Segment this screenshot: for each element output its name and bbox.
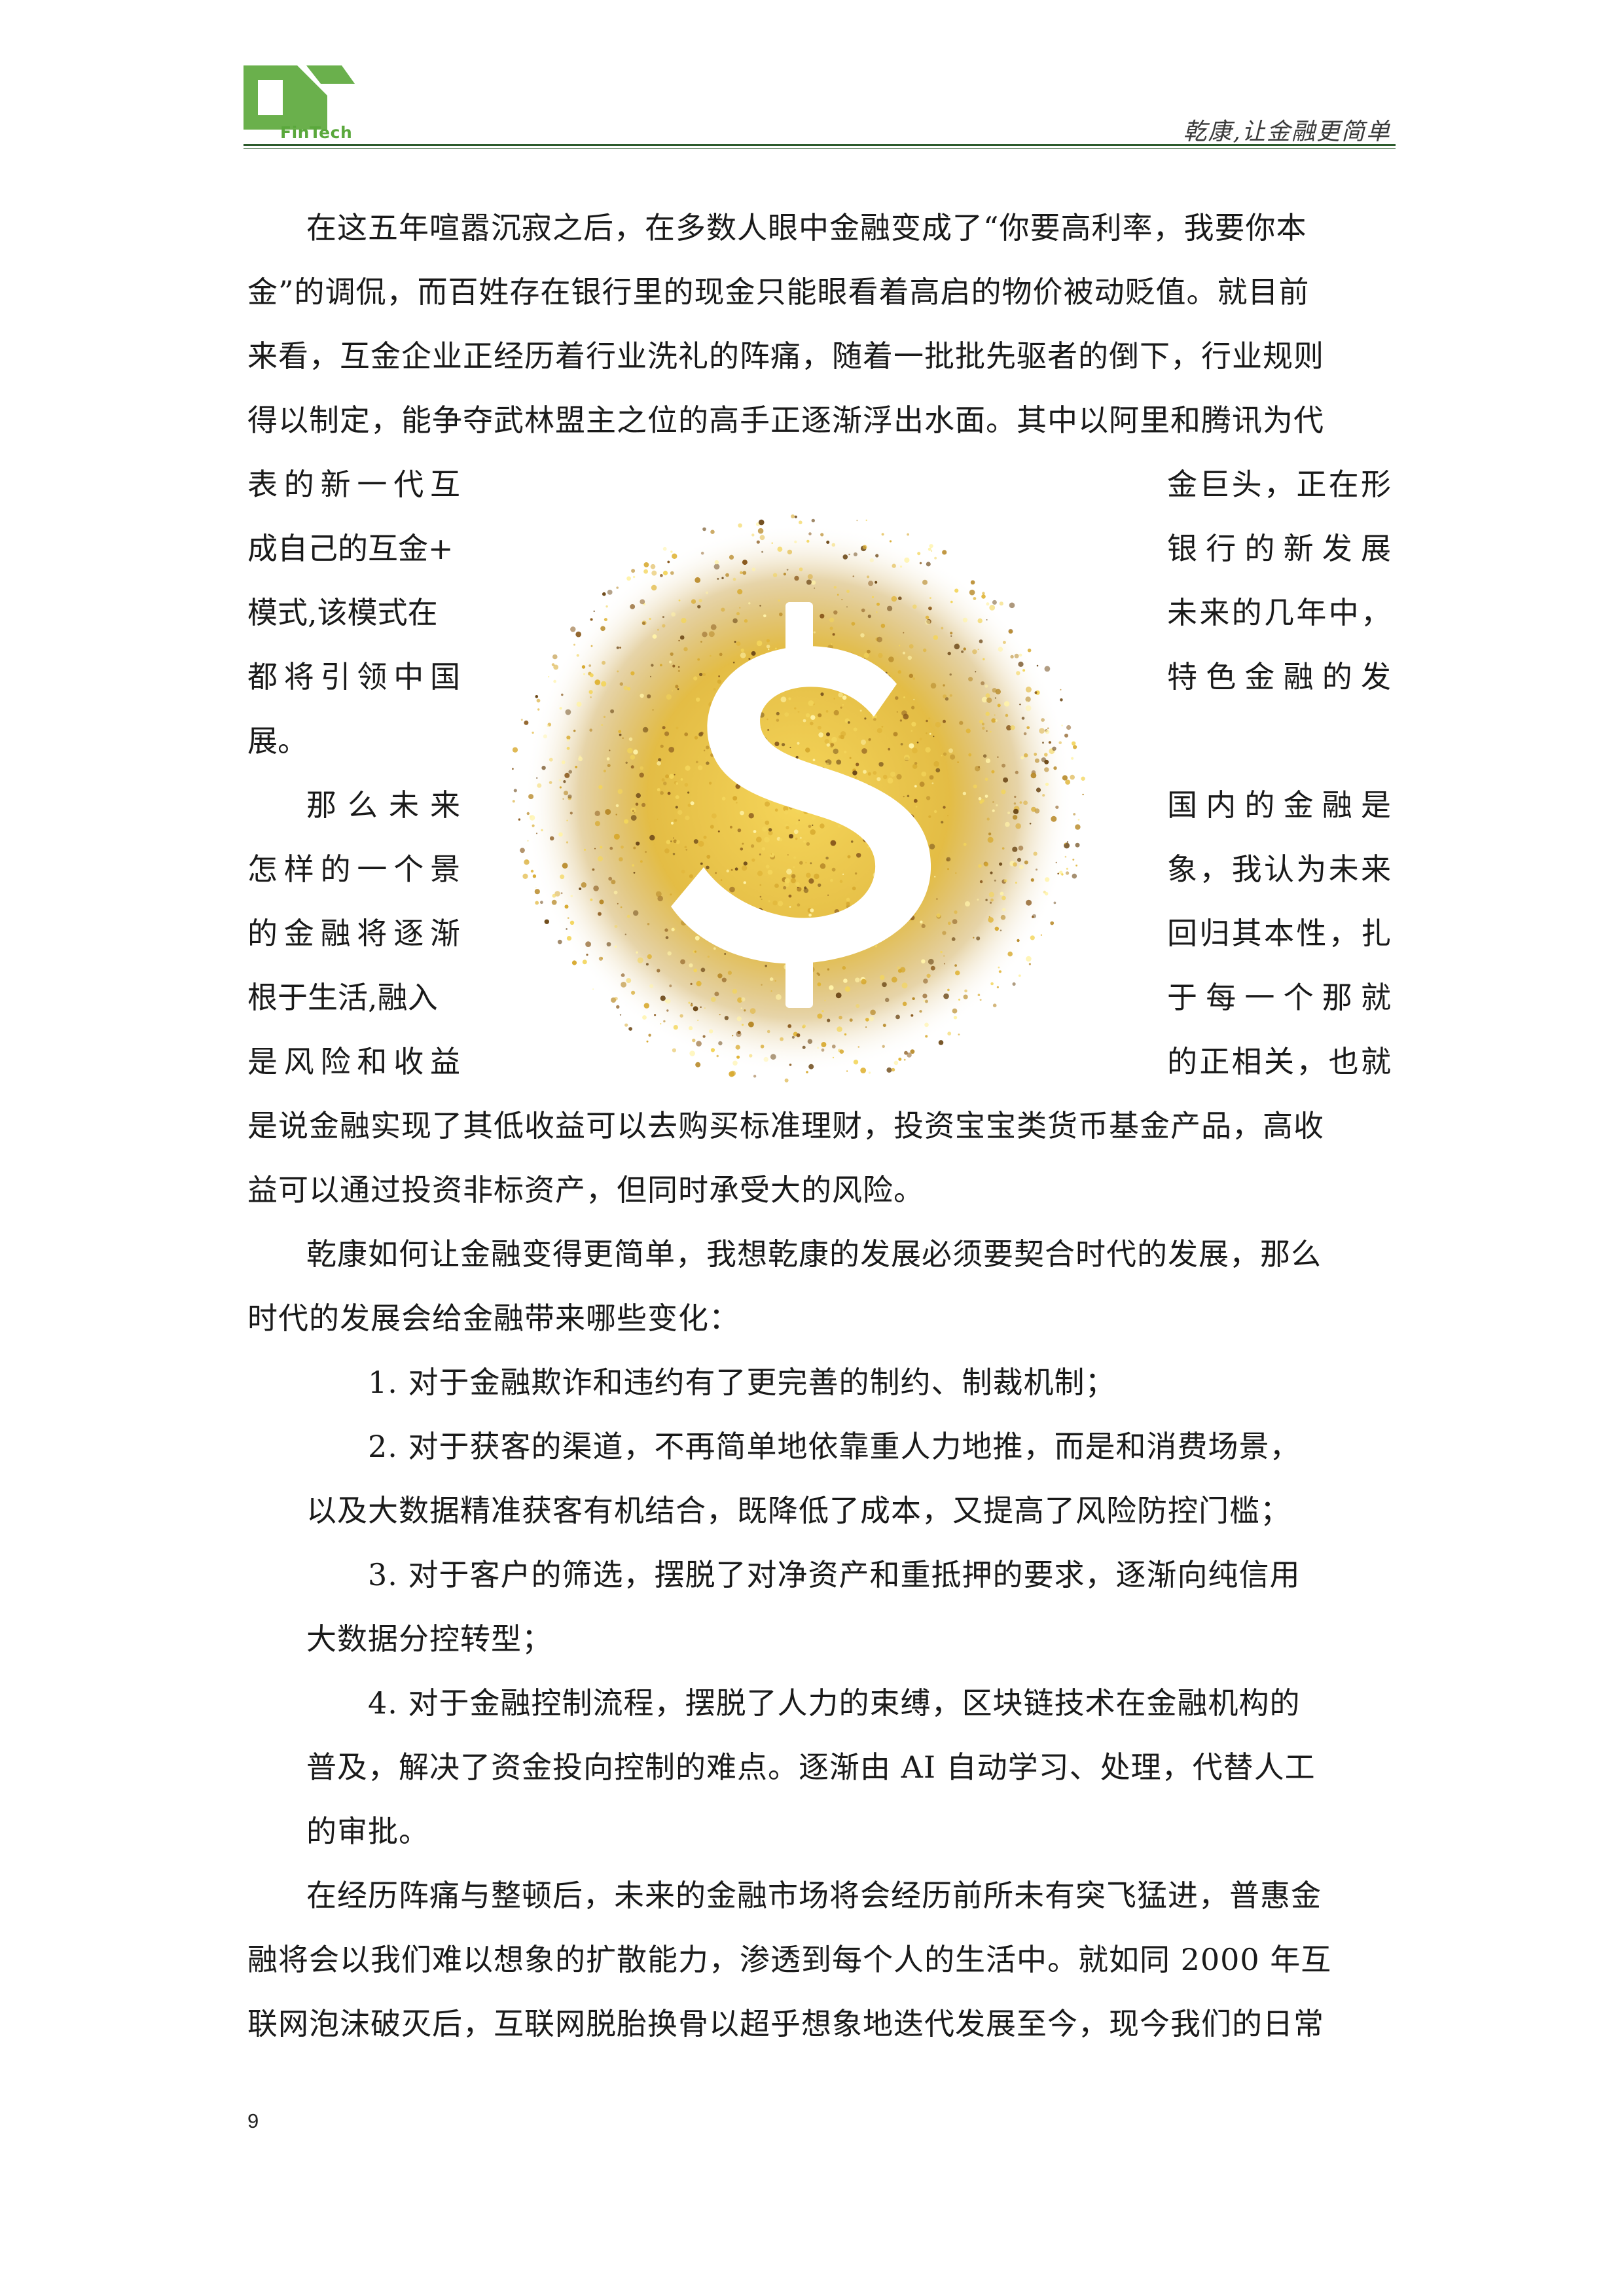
wrap-right-line: 未来的几年中， <box>1167 595 1391 630</box>
page-number: 9 <box>247 2109 259 2132</box>
list-item: 3. 对于客户的筛选，摆脱了对净资产和重抵押的要求，逐渐向纯信用 <box>368 1557 1301 1592</box>
list-item: 1. 对于金融欺诈和违约有了更完善的制约、制裁机制； <box>368 1365 1116 1400</box>
header-rule <box>244 144 1396 146</box>
wrap-left-line: 模式,该模式在 <box>247 595 438 630</box>
wrap-right-line: 象，我认为未来 <box>1167 852 1391 887</box>
glitter-dollar-illustration <box>512 514 1085 1083</box>
body-line: 时代的发展会给金融带来哪些变化： <box>247 1300 740 1336</box>
list-item-continuation: 的审批。 <box>306 1814 429 1849</box>
wrap-right-line: 金巨头，正在形 <box>1167 467 1391 502</box>
wrap-right-line: 银行的新发展 <box>1167 531 1391 566</box>
wrap-left-line: 的金融将逐渐 <box>247 916 460 951</box>
header-rule-thin <box>244 148 1396 149</box>
body-line: 在经历阵痛与整顿后，未来的金融市场将会经历前所未有突飞猛进，普惠金 <box>306 1878 1322 1913</box>
list-item: 2. 对于获客的渠道，不再简单地依靠重人力地推，而是和消费场景， <box>368 1429 1301 1464</box>
document-page: FinTech 乾康,让金融更简单 在这五年喧嚣沉寂之后，在多数人眼中金融变成了… <box>0 0 1624 2296</box>
wrap-left-line: 都将引领中国 <box>247 659 460 694</box>
body-line: 展。 <box>247 723 308 759</box>
wrap-left-line: 成自己的互金+ <box>247 531 454 566</box>
body-line: 来看，互金企业正经历着行业洗礼的阵痛，随着一批批先驱者的倒下，行业规则 <box>247 338 1324 374</box>
body-line: 乾康如何让金融变得更简单，我想乾康的发展必须要契合时代的发展，那么 <box>306 1236 1322 1272</box>
list-item-continuation: 大数据分控转型； <box>306 1621 552 1657</box>
logo-text: FinTech <box>280 123 353 142</box>
list-item-continuation: 普及，解决了资金投向控制的难点。逐渐由 AI 自动学习、处理，代替人工 <box>306 1749 1316 1785</box>
body-line: 联网泡沫破灭后，互联网脱胎换骨以超乎想象地迭代发展至今，现今我们的日常 <box>247 2006 1324 2041</box>
list-item: 4. 对于金融控制流程，摆脱了人力的束缚，区块链技术在金融机构的 <box>368 1685 1301 1721</box>
body-line: 金”的调侃，而百姓存在银行里的现金只能眼看着高启的物价被动贬值。就目前 <box>247 274 1310 310</box>
body-line: 融将会以我们难以想象的扩散能力，渗透到每个人的生活中。就如同 2000 年互 <box>247 1942 1332 1977</box>
body-line: 是说金融实现了其低收益可以去购买标准理财，投资宝宝类货币基金产品，高收 <box>247 1108 1324 1143</box>
wrap-left-line: 那么未来 <box>306 787 460 823</box>
body-line: 得以制定，能争夺武林盟主之位的高手正逐渐浮出水面。其中以阿里和腾讯为代 <box>247 403 1324 438</box>
wrap-left-line: 根于生活,融入 <box>247 980 438 1015</box>
wrap-right-line: 于每一个那就 <box>1167 980 1391 1015</box>
wrap-left-line: 表的新一代互 <box>247 467 460 502</box>
header-slogan: 乾康,让金融更简单 <box>1183 118 1391 145</box>
body-line: 益可以通过投资非标资产，但同时承受大的风险。 <box>247 1172 924 1208</box>
wrap-right-line: 特色金融的发 <box>1167 659 1391 694</box>
wrap-left-line: 怎样的一个景 <box>247 852 460 887</box>
wrap-right-line: 国内的金融是 <box>1167 787 1391 823</box>
list-item-continuation: 以及大数据精准获客有机结合，既降低了成本，又提高了风险防控门槛； <box>306 1493 1291 1528</box>
wrap-left-line: 是风险和收益 <box>247 1044 460 1079</box>
wrap-right-line: 的正相关，也就 <box>1167 1044 1391 1079</box>
wrap-right-line: 回归其本性，扎 <box>1167 916 1391 951</box>
body-line: 在这五年喧嚣沉寂之后，在多数人眼中金融变成了“你要高利率，我要你本 <box>306 210 1307 245</box>
